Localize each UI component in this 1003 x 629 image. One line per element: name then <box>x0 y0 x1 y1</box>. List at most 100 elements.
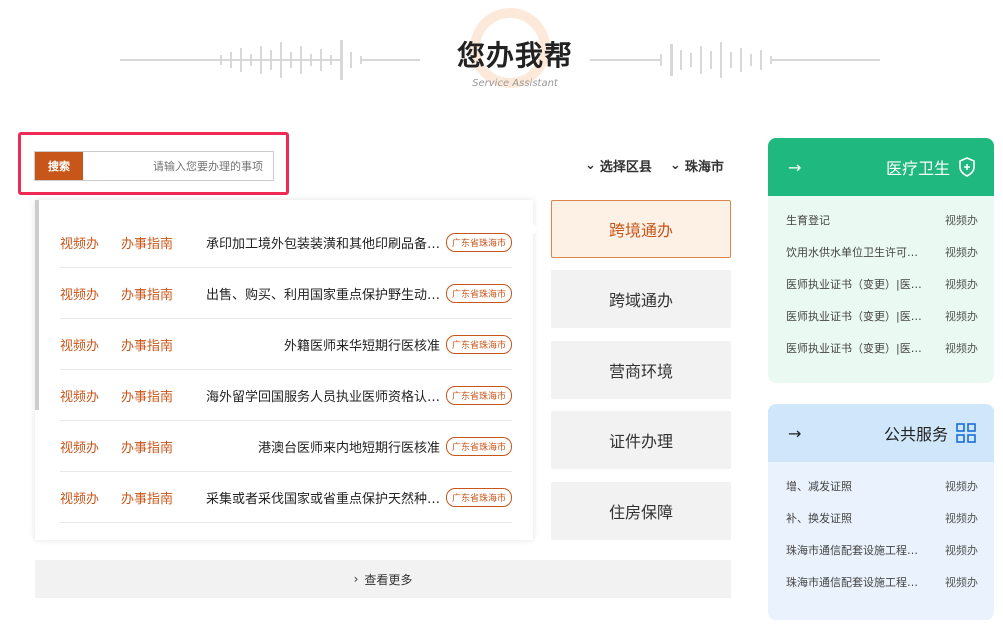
region-tag: 广东省珠海市 <box>445 334 512 354</box>
region-tag: 广东省珠海市 <box>445 232 512 252</box>
district-select-label: 选择区县 <box>599 160 652 175</box>
list-pointer-decoration <box>531 222 539 236</box>
page-header: 您办我帮 Service Assistant <box>0 0 1003 110</box>
region-tag: 广东省珠海市 <box>445 385 512 405</box>
item-label: 医师执业证书（变更）|医… <box>786 278 922 291</box>
medical-panel-list: 生育登记 视频办 饮用水供水单位卫生许可… 视频办 医师执业证书（变更）|医… … <box>768 196 994 364</box>
video-service-link[interactable]: 视频办 <box>945 244 978 260</box>
public-panel-list: 增、减发证照 视频办 补、换发证照 视频办 珠海市通信配套设施工程… 视频办 珠… <box>768 462 994 598</box>
list-item[interactable]: 医师执业证书（变更）|医… 视频办 <box>786 300 978 332</box>
region-tag: 广东省珠海市 <box>445 436 512 456</box>
service-actions: 视频办 办事指南 <box>60 233 200 252</box>
service-row: 视频办 办事指南 外籍医师来华短期行医核准 广东省珠海市 <box>60 319 512 370</box>
list-item[interactable]: 生育登记 视频办 <box>786 204 978 236</box>
service-actions: 视频办 办事指南 <box>60 488 200 507</box>
medical-panel-title: 医疗卫生 <box>885 159 950 178</box>
item-label: 珠海市通信配套设施工程… <box>786 576 918 589</box>
service-actions: 视频办 办事指南 <box>60 284 200 303</box>
list-item[interactable]: 医师执业证书（变更）|医… 视频办 <box>786 332 978 364</box>
chevron-right-icon: › <box>353 572 359 586</box>
region-select[interactable]: ⌄ 珠海市 <box>670 156 724 175</box>
guide-link[interactable]: 办事指南 <box>121 284 173 303</box>
service-name[interactable]: 出售、购买、利用国家重点保护野生动… <box>200 284 446 303</box>
tab-cross-region[interactable]: 跨域通办 <box>551 270 731 328</box>
video-service-link[interactable]: 视频办 <box>945 308 978 324</box>
service-row: 视频办 办事指南 采集或者采伐国家或省重点保护天然种… 广东省珠海市 <box>60 472 512 523</box>
tab-housing[interactable]: 住房保障 <box>551 482 731 540</box>
list-item[interactable]: 珠海市通信配套设施工程… 视频办 <box>786 534 978 566</box>
video-service-link[interactable]: 视频办 <box>60 233 99 252</box>
arrow-icon: → <box>788 157 802 177</box>
public-panel-title: 公共服务 <box>883 425 948 444</box>
shield-plus-icon <box>959 157 975 177</box>
guide-link[interactable]: 办事指南 <box>121 335 173 354</box>
item-label: 生育登记 <box>786 214 830 227</box>
item-label: 医师执业证书（变更）|医… <box>786 342 922 355</box>
list-item[interactable]: 饮用水供水单位卫生许可… 视频办 <box>786 236 978 268</box>
list-item[interactable]: 补、换发证照 视频办 <box>786 502 978 534</box>
view-more-label: 查看更多 <box>364 572 413 587</box>
location-filters: ⌄ 选择区县 ⌄ 珠海市 <box>585 156 724 175</box>
service-actions: 视频办 办事指南 <box>60 437 200 456</box>
video-service-link[interactable]: 视频办 <box>945 478 978 494</box>
video-service-link[interactable]: 视频办 <box>60 437 99 456</box>
public-service-panel: → 公共服务 增、减发证照 视频办 补、换发证照 视频办 珠海市通信配套设施工程… <box>768 404 994 620</box>
tab-certificates[interactable]: 证件办理 <box>551 411 731 469</box>
public-panel-header[interactable]: → 公共服务 <box>768 404 994 462</box>
view-more-button[interactable]: › 查看更多 <box>35 560 731 598</box>
video-service-link[interactable]: 视频办 <box>945 542 978 558</box>
guide-link[interactable]: 办事指南 <box>121 386 173 405</box>
service-actions: 视频办 办事指南 <box>60 386 200 405</box>
region-select-label: 珠海市 <box>684 160 724 175</box>
service-row: 视频办 办事指南 港澳台医师来内地短期行医核准 广东省珠海市 <box>60 421 512 472</box>
service-row: 视频办 办事指南 海外留学回国服务人员执业医师资格认… 广东省珠海市 <box>60 370 512 421</box>
service-name[interactable]: 采集或者采伐国家或省重点保护天然种… <box>200 488 446 507</box>
chevron-down-icon: ⌄ <box>669 158 681 173</box>
sound-wave-left-decoration <box>120 40 420 80</box>
service-name[interactable]: 港澳台医师来内地短期行医核准 <box>200 437 446 456</box>
video-service-link[interactable]: 视频办 <box>945 340 978 356</box>
list-item[interactable]: 珠海市通信配套设施工程… 视频办 <box>786 566 978 598</box>
list-scrollbar[interactable] <box>35 200 39 410</box>
video-service-link[interactable]: 视频办 <box>60 488 99 507</box>
chevron-down-icon: ⌄ <box>585 158 596 173</box>
service-name[interactable]: 承印加工境外包装装潢和其他印刷品备… <box>200 233 446 252</box>
item-label: 医师执业证书（变更）|医… <box>786 310 922 323</box>
tab-cross-border[interactable]: 跨境通办 <box>551 200 731 258</box>
guide-link[interactable]: 办事指南 <box>121 233 173 252</box>
page-title: 您办我帮 <box>456 39 573 72</box>
item-label: 补、换发证照 <box>786 512 852 525</box>
video-service-link[interactable]: 视频办 <box>945 212 978 228</box>
sound-wave-right-decoration <box>590 42 880 78</box>
item-label: 珠海市通信配套设施工程… <box>786 544 918 557</box>
page-subtitle: Service Assistant <box>472 78 558 89</box>
video-service-link[interactable]: 视频办 <box>945 510 978 526</box>
medical-panel-header[interactable]: → 医疗卫生 <box>768 138 994 196</box>
guide-link[interactable]: 办事指南 <box>121 437 173 456</box>
list-item[interactable]: 医师执业证书（变更）|医… 视频办 <box>786 268 978 300</box>
region-tag: 广东省珠海市 <box>445 283 512 303</box>
public-panel-title-group: 公共服务 <box>884 421 976 445</box>
video-service-link[interactable]: 视频办 <box>60 284 99 303</box>
search-input[interactable] <box>83 152 273 180</box>
search-button[interactable]: 搜索 <box>35 152 83 180</box>
service-row: 视频办 办事指南 承印加工境外包装装潢和其他印刷品备… 广东省珠海市 <box>60 217 512 268</box>
video-service-link[interactable]: 视频办 <box>945 574 978 590</box>
item-label: 增、减发证照 <box>786 480 852 493</box>
grid-icon <box>956 423 976 443</box>
service-actions: 视频办 办事指南 <box>60 335 200 354</box>
region-tag: 广东省珠海市 <box>445 487 512 507</box>
guide-link[interactable]: 办事指南 <box>121 488 173 507</box>
service-name[interactable]: 外籍医师来华短期行医核准 <box>200 335 446 354</box>
list-item[interactable]: 增、减发证照 视频办 <box>786 470 978 502</box>
tab-business-environment[interactable]: 营商环境 <box>551 341 731 399</box>
video-service-link[interactable]: 视频办 <box>60 386 99 405</box>
item-label: 饮用水供水单位卫生许可… <box>786 246 918 259</box>
medical-panel-title-group: 医疗卫生 <box>886 155 976 179</box>
district-select[interactable]: ⌄ 选择区县 <box>585 156 652 175</box>
search-bar: 搜索 <box>34 151 274 181</box>
service-name[interactable]: 海外留学回国服务人员执业医师资格认… <box>200 386 446 405</box>
video-service-link[interactable]: 视频办 <box>60 335 99 354</box>
video-service-link[interactable]: 视频办 <box>945 276 978 292</box>
medical-panel: → 医疗卫生 生育登记 视频办 饮用水供水单位卫生许可… 视频办 医师执业证书（… <box>768 138 994 383</box>
